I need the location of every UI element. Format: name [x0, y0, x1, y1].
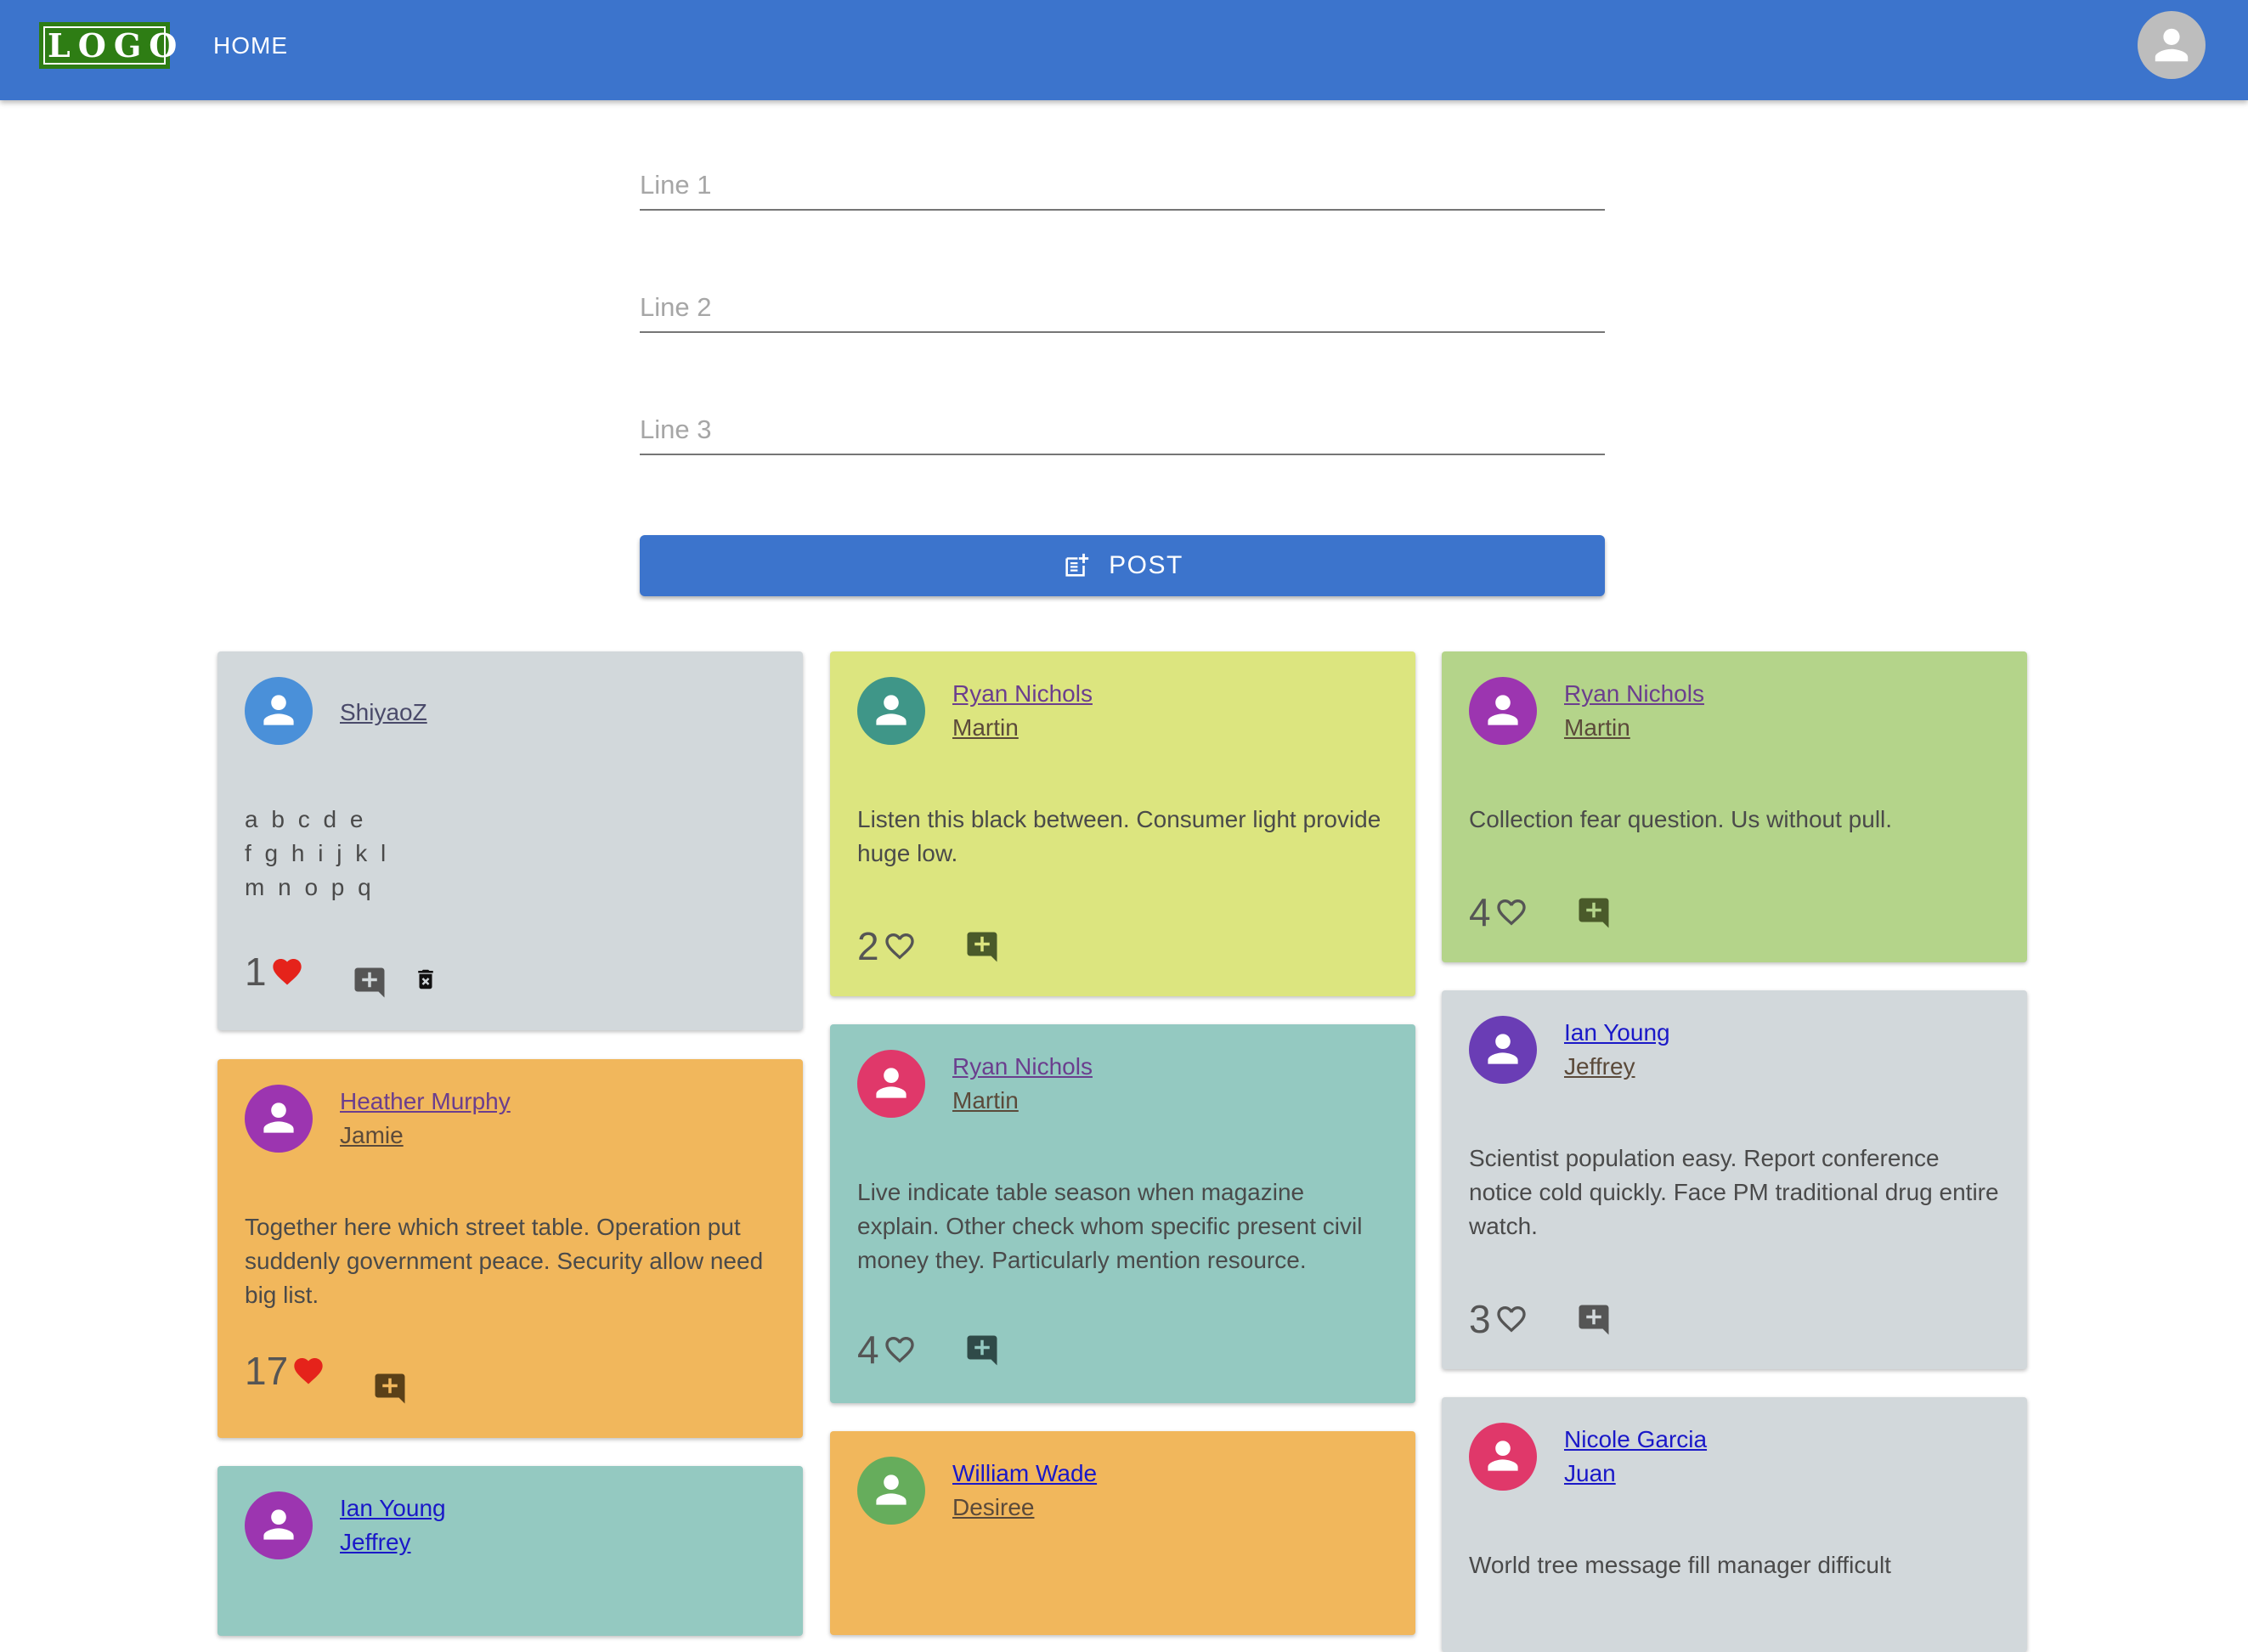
- person-icon: [1488, 1441, 1518, 1471]
- like-count: 3: [1469, 1297, 1491, 1341]
- line2-field: [640, 284, 1605, 333]
- like-button[interactable]: 3: [1469, 1298, 1530, 1340]
- avatar: [857, 1050, 925, 1118]
- post-line: m n o p q: [245, 874, 375, 900]
- author-sub-link[interactable]: Jamie: [340, 1119, 404, 1153]
- avatar: [1469, 1016, 1537, 1084]
- post-card: William Wade Desiree: [830, 1431, 1415, 1635]
- author-sub-link[interactable]: Martin: [952, 711, 1019, 745]
- account-avatar[interactable]: [2138, 11, 2206, 79]
- add-comment-icon[interactable]: [1576, 895, 1612, 931]
- person-icon: [876, 1068, 907, 1098]
- like-button[interactable]: 4: [857, 1328, 918, 1371]
- add-comment-icon[interactable]: [372, 1371, 408, 1407]
- like-count: 1: [245, 950, 267, 994]
- author-name-link[interactable]: Ian Young: [340, 1491, 446, 1525]
- like-button[interactable]: 17: [245, 1350, 327, 1392]
- like-button[interactable]: 2: [857, 925, 918, 967]
- heart-outline-icon: [884, 933, 914, 960]
- person-icon: [876, 695, 907, 725]
- avatar: [245, 677, 313, 745]
- nav-home-link[interactable]: HOME: [213, 29, 288, 63]
- person-icon: [263, 1509, 294, 1540]
- person-icon: [1488, 695, 1518, 725]
- post-line: f g h i j k l: [245, 840, 390, 866]
- like-button[interactable]: 1: [245, 950, 306, 993]
- author-name-link[interactable]: Ryan Nichols: [1564, 677, 1704, 711]
- post-card: Nicole Garcia Juan World tree message fill…: [1442, 1397, 2027, 1652]
- heart-filled-icon: [272, 959, 302, 985]
- avatar: [1469, 1423, 1537, 1491]
- post-body: World tree message fill manager difficul…: [1469, 1552, 1891, 1578]
- heart-filled-icon: [294, 1358, 323, 1384]
- author-sub-link[interactable]: Juan: [1564, 1457, 1616, 1491]
- like-button[interactable]: 4: [1469, 891, 1530, 933]
- line1-field: [640, 161, 1605, 211]
- like-count: 17: [245, 1349, 289, 1393]
- heart-outline-icon: [1496, 1306, 1526, 1333]
- post-button[interactable]: POST: [640, 535, 1605, 596]
- post-card: Ian Young Jeffrey Scientist population eas…: [1442, 990, 2027, 1369]
- person-icon: [876, 1474, 907, 1505]
- person-icon: [263, 695, 294, 725]
- author-sub-link[interactable]: Martin: [1564, 711, 1630, 745]
- person-icon: [1488, 1034, 1518, 1064]
- author-name-link[interactable]: Heather Murphy: [340, 1085, 511, 1119]
- author-name-link[interactable]: William Wade: [952, 1457, 1097, 1491]
- line3-input[interactable]: [640, 411, 1605, 448]
- avatar: [857, 677, 925, 745]
- like-count: 2: [857, 924, 879, 968]
- author-name-link[interactable]: Nicole Garcia: [1564, 1423, 1707, 1457]
- author-name-link[interactable]: Ryan Nichols: [952, 677, 1093, 711]
- post-body: Together here which street table. Operat…: [245, 1214, 764, 1308]
- author-sub-link[interactable]: Jeffrey: [1564, 1050, 1635, 1084]
- avatar: [857, 1457, 925, 1525]
- add-comment-icon[interactable]: [352, 965, 387, 1001]
- post-card: Ian Young Jeffrey: [217, 1466, 803, 1636]
- delete-forever-icon[interactable]: [413, 963, 438, 995]
- heart-outline-icon: [1496, 899, 1526, 926]
- post-card: Ryan Nichols Martin Collection fear questi…: [1442, 651, 2027, 962]
- avatar: [245, 1085, 313, 1153]
- like-count: 4: [1469, 890, 1491, 934]
- account-circle-icon: [2155, 28, 2189, 62]
- add-comment-icon[interactable]: [1576, 1302, 1612, 1338]
- post-body: Listen this black between. Consumer ligh…: [857, 806, 1381, 866]
- author-sub-link[interactable]: Martin: [952, 1084, 1019, 1118]
- author-name-link[interactable]: Ryan Nichols: [952, 1050, 1093, 1084]
- add-comment-icon[interactable]: [964, 1333, 1000, 1368]
- author-name-link[interactable]: ShiyaoZ: [340, 696, 427, 730]
- person-icon: [263, 1102, 294, 1133]
- line3-field: [640, 406, 1605, 455]
- author-sub-link[interactable]: Jeffrey: [340, 1525, 411, 1559]
- line1-input[interactable]: [640, 166, 1605, 204]
- app-bar: LOGO HOME: [0, 0, 2248, 100]
- post-body: Collection fear question. Us without pul…: [1469, 806, 1893, 832]
- post-body: Live indicate table season when magazine…: [857, 1179, 1363, 1273]
- line2-input[interactable]: [640, 289, 1605, 326]
- post-body: a b c d e f g h i j k l m n o p q: [245, 803, 780, 905]
- like-count: 4: [857, 1328, 879, 1372]
- avatar: [245, 1491, 313, 1559]
- post-add-icon: [1065, 553, 1089, 577]
- post-card: Ryan Nichols Martin Live indicate table se…: [830, 1024, 1415, 1403]
- author-sub-link[interactable]: Desiree: [952, 1491, 1034, 1525]
- logo[interactable]: LOGO: [39, 22, 177, 69]
- post-button-label: POST: [1109, 551, 1183, 579]
- heart-outline-icon: [884, 1337, 914, 1363]
- post-card: Heather Murphy Jamie Together here which s…: [217, 1059, 803, 1438]
- avatar: [1469, 677, 1537, 745]
- post-card: Ryan Nichols Martin Listen this black betw…: [830, 651, 1415, 996]
- add-comment-icon[interactable]: [964, 929, 1000, 965]
- post-card: ShiyaoZ a b c d e f g h i j k l m n o p q 1: [217, 651, 803, 1030]
- author-name-link[interactable]: Ian Young: [1564, 1016, 1670, 1050]
- post-line: a b c d e: [245, 806, 367, 832]
- post-body: Scientist population easy. Report confer…: [1469, 1145, 1999, 1239]
